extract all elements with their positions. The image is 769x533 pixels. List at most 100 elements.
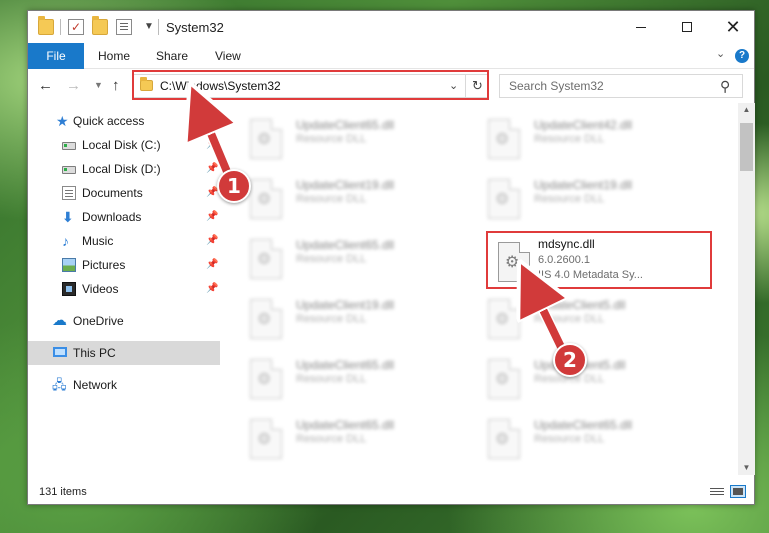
dll-file-icon: ⚙: [250, 119, 282, 159]
title-bar: ✓ ▼ System32 ✕: [28, 11, 754, 43]
customize-quick-access-chevron-down-icon[interactable]: ▼: [144, 21, 154, 32]
search-box[interactable]: ⚲: [499, 74, 743, 98]
ribbon-tabs: File Home Share View ⌄ ?: [28, 43, 754, 69]
file-type: Resource DLL: [296, 433, 367, 445]
pin-icon[interactable]: 📌: [206, 133, 218, 157]
minimize-icon: [636, 26, 646, 28]
navigation-bar: ← → ▼ ↑ C:\Windows\System32 ⌄ ↻ ⚲: [28, 69, 754, 103]
file-type: Resource DLL: [296, 373, 367, 385]
pin-icon[interactable]: 📌: [206, 229, 218, 253]
pin-icon[interactable]: 📌: [206, 205, 218, 229]
file-name: UpdateClient5.dll: [534, 298, 626, 312]
help-icon[interactable]: ?: [735, 49, 749, 63]
drive-icon: [62, 142, 76, 150]
file-type: Resource DLL: [534, 313, 605, 325]
gear-icon: ⚙: [257, 371, 272, 388]
close-button[interactable]: ✕: [710, 11, 756, 43]
sidebar-item-this-pc[interactable]: This PC: [28, 341, 220, 365]
maximize-button[interactable]: [664, 11, 710, 43]
minimize-button[interactable]: [618, 11, 664, 43]
file-name: UpdateClient65.dll: [296, 238, 395, 252]
rename-icon[interactable]: [116, 19, 132, 35]
tab-file[interactable]: File: [28, 43, 84, 69]
tab-share[interactable]: Share: [156, 43, 188, 69]
sidebar-item-local-disk-d[interactable]: Local Disk (D:) 📌: [28, 157, 220, 181]
file-tile[interactable]: ⚙ UpdateClient65.dll Resource DLL: [220, 411, 440, 467]
pin-icon[interactable]: 📌: [206, 157, 218, 181]
file-type: Resource DLL: [534, 193, 605, 205]
file-type: Resource DLL: [296, 193, 367, 205]
navigation-pane: ★ Quick access Local Disk (C:) 📌 Local D…: [28, 103, 220, 475]
gear-icon: ⚙: [495, 191, 510, 208]
gear-icon: ⚙: [257, 191, 272, 208]
dll-file-icon: ⚙: [488, 119, 520, 159]
dll-file-icon: ⚙: [250, 359, 282, 399]
up-arrow-icon[interactable]: ↑: [112, 77, 120, 94]
new-folder-icon[interactable]: [92, 16, 108, 35]
vertical-scrollbar[interactable]: ▲ ▼: [738, 103, 755, 475]
scroll-down-icon[interactable]: ▼: [738, 463, 755, 472]
forward-arrow-icon[interactable]: →: [66, 77, 81, 94]
sidebar-item-label: Documents: [82, 186, 143, 200]
file-tile[interactable]: ⚙ UpdateClient65.dll Resource DLL: [220, 351, 440, 407]
sidebar-item-quick-access[interactable]: ★ Quick access: [28, 109, 220, 133]
sidebar-item-videos[interactable]: Videos 📌: [28, 277, 220, 301]
sidebar-item-onedrive[interactable]: ☁ OneDrive: [28, 309, 220, 333]
music-icon: ♪: [62, 233, 69, 249]
sidebar-item-downloads[interactable]: ⬇ Downloads 📌: [28, 205, 220, 229]
properties-check-icon[interactable]: ✓: [68, 19, 84, 35]
dll-file-icon: ⚙: [250, 179, 282, 219]
step-badge-1: 1: [217, 169, 251, 203]
sidebar-item-label: Network: [73, 378, 118, 392]
file-name: UpdateClient19.dll: [534, 178, 633, 192]
drive-icon: [62, 166, 76, 174]
file-type: Resource DLL: [296, 253, 367, 265]
file-list: ⚙ UpdateClient65.dll Resource DLL ⚙ Upda…: [220, 103, 738, 475]
gear-icon: ⚙: [257, 311, 272, 328]
sidebar-item-label: Local Disk (C:): [82, 138, 161, 152]
sidebar-item-documents[interactable]: Documents 📌: [28, 181, 220, 205]
file-tile[interactable]: ⚙ UpdateClient65.dll Resource DLL: [220, 231, 440, 287]
file-tile[interactable]: ⚙ UpdateClient19.dll Resource DLL: [220, 291, 440, 347]
search-icon[interactable]: ⚲: [720, 78, 730, 95]
back-arrow-icon[interactable]: ←: [38, 77, 53, 94]
expand-ribbon-chevron-down-icon[interactable]: ⌄: [716, 47, 725, 60]
folder-icon[interactable]: [38, 16, 54, 35]
sidebar-item-pictures[interactable]: Pictures 📌: [28, 253, 220, 277]
recent-locations-chevron-down-icon[interactable]: ▼: [94, 80, 103, 90]
file-tile[interactable]: ⚙ UpdateClient42.dll Resource DLL: [458, 111, 678, 167]
sidebar-item-label: OneDrive: [73, 314, 124, 328]
file-type: Resource DLL: [296, 133, 367, 145]
dll-file-icon: ⚙: [488, 299, 520, 339]
step-badge-2: 2: [553, 343, 587, 377]
video-icon: [62, 282, 76, 296]
file-tile[interactable]: ⚙ UpdateClient5.dll Resource DLL: [458, 291, 678, 347]
download-icon: ⬇: [62, 209, 74, 225]
maximize-icon: [682, 22, 692, 32]
file-name: UpdateClient19.dll: [296, 178, 395, 192]
scroll-thumb[interactable]: [740, 123, 753, 171]
pin-icon[interactable]: 📌: [206, 277, 218, 301]
details-view-icon[interactable]: [710, 487, 724, 497]
scroll-up-icon[interactable]: ▲: [738, 105, 755, 114]
file-tile[interactable]: ⚙ UpdateClient19.dll Resource DLL: [220, 171, 440, 227]
file-tile[interactable]: ⚙ UpdateClient19.dll Resource DLL: [458, 171, 678, 227]
gear-icon: ⚙: [257, 251, 272, 268]
divider: [60, 19, 61, 35]
tab-home[interactable]: Home: [98, 43, 130, 69]
sidebar-item-music[interactable]: ♪ Music 📌: [28, 229, 220, 253]
search-input[interactable]: [500, 75, 710, 97]
gear-icon: ⚙: [495, 431, 510, 448]
dll-file-icon: ⚙: [250, 419, 282, 459]
large-icons-view-icon[interactable]: [730, 485, 746, 498]
file-explorer-window: ✓ ▼ System32 ✕ File Home Share View ⌄ ? …: [27, 10, 755, 505]
pin-icon[interactable]: 📌: [206, 253, 218, 277]
dll-file-icon: ⚙: [488, 179, 520, 219]
sidebar-item-network[interactable]: 🖧 Network: [28, 373, 220, 397]
file-name: UpdateClient65.dll: [296, 358, 395, 372]
file-name: UpdateClient65.dll: [534, 418, 633, 432]
sidebar-item-local-disk-c[interactable]: Local Disk (C:) 📌: [28, 133, 220, 157]
file-tile[interactable]: ⚙ UpdateClient65.dll Resource DLL: [220, 111, 440, 167]
tab-view[interactable]: View: [215, 43, 241, 69]
file-tile[interactable]: ⚙ UpdateClient65.dll Resource DLL: [458, 411, 678, 467]
